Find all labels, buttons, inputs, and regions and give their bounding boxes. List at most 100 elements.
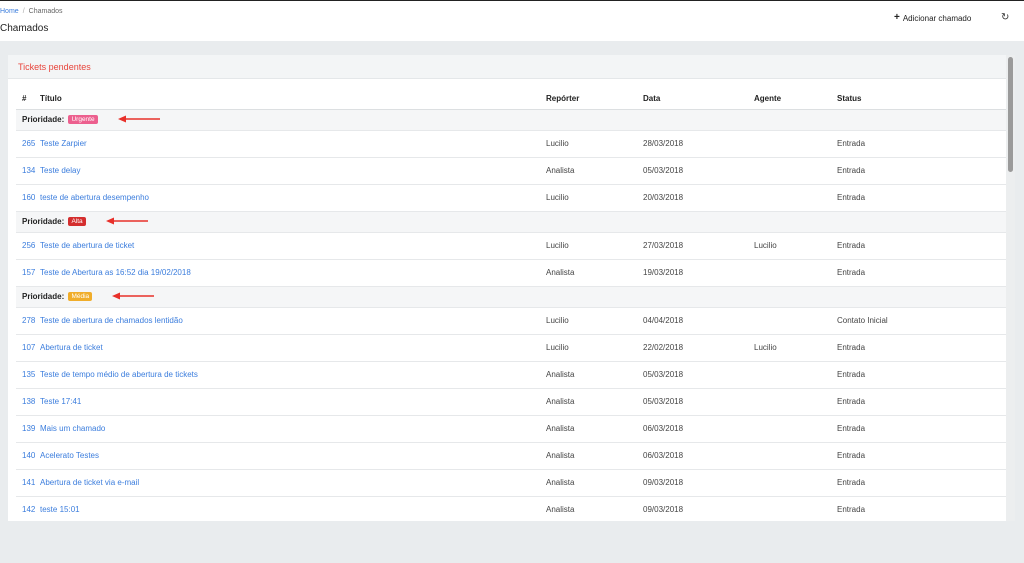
ticket-status: Entrada (837, 361, 1006, 389)
ticket-row[interactable]: 135 Teste de tempo médio de abertura de t… (16, 361, 1006, 389)
ticket-agent: Lucilio (754, 334, 837, 362)
ticket-title-link[interactable]: Acelerato Testes (40, 442, 546, 470)
ticket-row[interactable]: 157 Teste de Abertura as 16:52 dia 19/02/… (16, 259, 1006, 287)
ticket-agent (754, 130, 837, 158)
ticket-date: 06/03/2018 (643, 442, 754, 470)
ticket-reporter: Analista (546, 259, 643, 287)
ticket-row[interactable]: 265 Teste Zarpier Lucilio 28/03/2018 Entrada (16, 130, 1006, 158)
ticket-reporter: Lucilio (546, 184, 643, 212)
ticket-title-link[interactable]: Teste de Abertura as 16:52 dia 19/02/201… (40, 259, 546, 287)
ticket-title-link[interactable]: Teste 17:41 (40, 388, 546, 416)
priority-badge: Urgente (68, 115, 98, 124)
pending-tickets-card: Tickets pendentes # Título Repórter Data… (8, 55, 1006, 521)
ticket-date: 05/03/2018 (643, 361, 754, 389)
ticket-reporter: Lucilio (546, 307, 643, 335)
ticket-title-link[interactable]: Teste Zarpier (40, 130, 546, 158)
refresh-icon[interactable]: ↻ (1001, 12, 1009, 23)
column-header-agent[interactable]: Agente (754, 89, 837, 110)
ticket-row[interactable]: 256 Teste de abertura de ticket Lucilio 27/… (16, 232, 1006, 260)
ticket-row[interactable]: 142 teste 15:01 Analista 09/03/2018 Entrada (16, 496, 1006, 521)
ticket-agent (754, 496, 837, 521)
ticket-agent (754, 259, 837, 287)
ticket-id[interactable]: 157 (16, 259, 40, 287)
annotation-arrow-icon (117, 115, 160, 125)
column-header-reporter[interactable]: Repórter (546, 89, 643, 110)
ticket-agent (754, 157, 837, 185)
ticket-status: Entrada (837, 259, 1006, 287)
ticket-title-link[interactable]: Teste de abertura de ticket (40, 232, 546, 260)
ticket-title-link[interactable]: teste de abertura desempenho (40, 184, 546, 212)
ticket-reporter: Lucilio (546, 130, 643, 158)
ticket-title-link[interactable]: Teste de abertura de chamados lentidão (40, 307, 546, 335)
ticket-title-link[interactable]: Teste de tempo médio de abertura de tick… (40, 361, 546, 389)
ticket-status: Entrada (837, 442, 1006, 470)
ticket-id[interactable]: 139 (16, 415, 40, 443)
ticket-status: Entrada (837, 415, 1006, 443)
ticket-id[interactable]: 265 (16, 130, 40, 158)
ticket-title-link[interactable]: Mais um chamado (40, 415, 546, 443)
ticket-id[interactable]: 142 (16, 496, 40, 521)
breadcrumb-current: Chamados (28, 8, 63, 15)
ticket-id[interactable]: 107 (16, 334, 40, 362)
ticket-title-link[interactable]: Abertura de ticket (40, 334, 546, 362)
ticket-date: 19/03/2018 (643, 259, 754, 287)
column-header-date[interactable]: Data (643, 89, 754, 110)
scrollbar-thumb[interactable] (1008, 57, 1013, 172)
breadcrumb-home-link[interactable]: Home (0, 8, 19, 15)
add-ticket-button[interactable]: + Adicionar chamado (894, 13, 971, 23)
breadcrumb-separator: / (22, 8, 25, 15)
ticket-row[interactable]: 278 Teste de abertura de chamados lentidã… (16, 307, 1006, 335)
ticket-reporter: Analista (546, 388, 643, 416)
ticket-status: Entrada (837, 130, 1006, 158)
ticket-status: Entrada (837, 157, 1006, 185)
ticket-status: Contato Inicial (837, 307, 1006, 335)
column-header-status[interactable]: Status (837, 89, 1006, 110)
ticket-agent (754, 307, 837, 335)
scrollbar[interactable] (1006, 55, 1015, 521)
ticket-status: Entrada (837, 496, 1006, 521)
ticket-status: Entrada (837, 184, 1006, 212)
ticket-agent (754, 469, 837, 497)
ticket-date: 22/02/2018 (643, 334, 754, 362)
priority-group-row: Prioridade: Alta (16, 211, 1006, 233)
ticket-row[interactable]: 138 Teste 17:41 Analista 05/03/2018 Entrada (16, 388, 1006, 416)
ticket-title-link[interactable]: teste 15:01 (40, 496, 546, 521)
add-ticket-label: Adicionar chamado (902, 13, 972, 23)
ticket-id[interactable]: 256 (16, 232, 40, 260)
ticket-agent (754, 388, 837, 416)
column-header-title[interactable]: Título (40, 89, 546, 110)
priority-label: Prioridade: (22, 114, 65, 124)
ticket-id[interactable]: 278 (16, 307, 40, 335)
ticket-row[interactable]: 141 Abertura de ticket via e-mail Analista… (16, 469, 1006, 497)
ticket-id[interactable]: 138 (16, 388, 40, 416)
ticket-agent (754, 415, 837, 443)
ticket-status: Entrada (837, 232, 1006, 260)
tickets-table-body: Prioridade: Urgente 265 Teste Zarpier Lucil… (16, 109, 1006, 521)
ticket-title-link[interactable]: Abertura de ticket via e-mail (40, 469, 546, 497)
ticket-id[interactable]: 141 (16, 469, 40, 497)
ticket-id[interactable]: 160 (16, 184, 40, 212)
ticket-reporter: Analista (546, 361, 643, 389)
ticket-title-link[interactable]: Teste delay (40, 157, 546, 185)
ticket-reporter: Analista (546, 496, 643, 521)
ticket-reporter: Lucilio (546, 334, 643, 362)
ticket-date: 05/03/2018 (643, 388, 754, 416)
priority-group-row: Prioridade: Média (16, 286, 1006, 308)
ticket-date: 04/04/2018 (643, 307, 754, 335)
ticket-reporter: Analista (546, 415, 643, 443)
ticket-row[interactable]: 160 teste de abertura desempenho Lucilio 20… (16, 184, 1006, 212)
annotation-arrow-icon (105, 217, 148, 227)
priority-group-cell: Prioridade: Alta (16, 211, 1006, 233)
ticket-date: 09/03/2018 (643, 469, 754, 497)
ticket-id[interactable]: 134 (16, 157, 40, 185)
priority-badge: Média (68, 292, 93, 301)
ticket-row[interactable]: 134 Teste delay Analista 05/03/2018 Entrada (16, 157, 1006, 185)
ticket-row[interactable]: 107 Abertura de ticket Lucilio 22/02/2018 Lu… (16, 334, 1006, 362)
ticket-row[interactable]: 139 Mais um chamado Analista 06/03/2018 Entr… (16, 415, 1006, 443)
column-header-id[interactable]: # (16, 89, 40, 110)
ticket-id[interactable]: 140 (16, 442, 40, 470)
ticket-agent (754, 184, 837, 212)
ticket-row[interactable]: 140 Acelerato Testes Analista 06/03/2018 Ent… (16, 442, 1006, 470)
ticket-id[interactable]: 135 (16, 361, 40, 389)
top-bar: Home / Chamados Chamados + Adicionar chama… (0, 0, 1024, 41)
